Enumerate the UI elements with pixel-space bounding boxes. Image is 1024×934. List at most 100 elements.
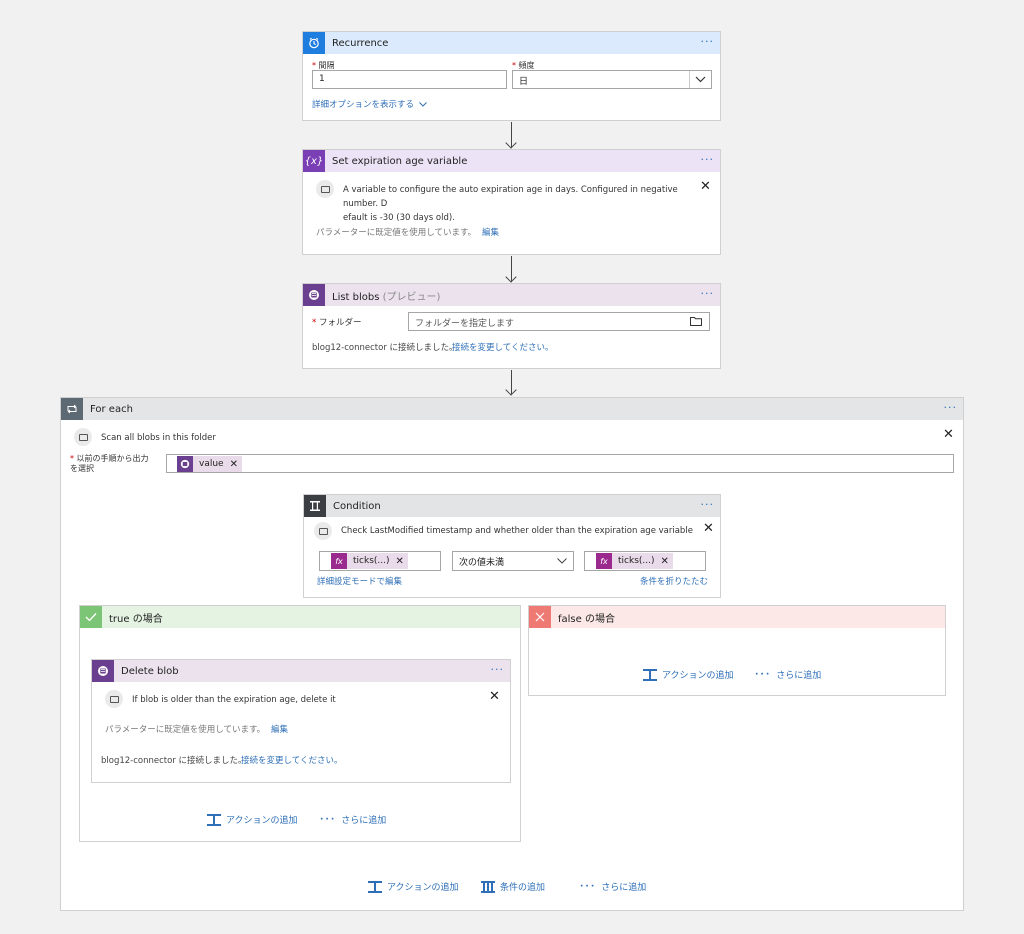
false-add-action-button[interactable]: アクションの追加 <box>643 668 734 681</box>
ticks-token-left[interactable]: fx ticks(...) ✕ <box>331 553 408 569</box>
chevron-down-icon <box>557 558 567 564</box>
chevron-down-icon <box>419 101 427 107</box>
condition-operator-select[interactable]: 次の値未満 <box>452 551 574 571</box>
blob-storage-icon <box>303 284 325 306</box>
for-each-card[interactable]: For each ··· Scan all blobs in this fold… <box>60 397 964 911</box>
true-branch-card[interactable]: true の場合 Delete blob ··· If blob is olde… <box>79 605 521 842</box>
delete-blob-header[interactable]: Delete blob ··· <box>92 660 510 682</box>
true-add-more-button[interactable]: ··· さらに追加 <box>320 813 386 827</box>
variable-icon: {x} <box>303 150 325 172</box>
comment-icon <box>316 180 334 198</box>
change-connection-link[interactable]: 接続を変更してください。 <box>452 341 554 353</box>
close-comment-icon[interactable]: ✕ <box>489 690 500 703</box>
condition-header[interactable]: Condition ··· <box>304 495 720 517</box>
list-blobs-menu-button[interactable]: ··· <box>701 287 715 300</box>
false-add-more-button[interactable]: ··· さらに追加 <box>755 668 821 682</box>
value-token-label: value <box>199 459 224 469</box>
close-comment-icon[interactable]: ✕ <box>703 522 714 535</box>
condition-menu-button[interactable]: ··· <box>701 498 715 511</box>
recurrence-title: Recurrence <box>332 37 389 49</box>
blob-storage-icon <box>92 660 114 682</box>
select-output-input[interactable]: value ✕ <box>166 454 954 473</box>
function-icon: fx <box>331 553 347 569</box>
recurrence-menu-button[interactable]: ··· <box>701 35 715 48</box>
comment-icon <box>314 522 332 540</box>
edit-link[interactable]: 編集 <box>271 723 288 735</box>
folder-input[interactable]: フォルダーを指定します <box>408 312 710 331</box>
interval-input[interactable]: 1 <box>312 70 507 89</box>
delete-blob-menu-button[interactable]: ··· <box>491 663 505 676</box>
more-dots-icon: ··· <box>580 881 597 892</box>
change-connection-link[interactable]: 接続を変更してください。 <box>241 754 343 766</box>
more-dots-icon: ··· <box>320 814 337 825</box>
delete-blob-title: Delete blob <box>121 665 179 677</box>
condition-right-operand[interactable]: fx ticks(...) ✕ <box>584 551 706 571</box>
add-condition-icon <box>481 880 495 893</box>
frequency-select[interactable]: 日 <box>512 70 712 89</box>
flow-arrow-head <box>505 137 517 149</box>
more-dots-icon: ··· <box>755 669 772 680</box>
list-blobs-card[interactable]: List blobs (プレビュー) ··· * フォルダー フォルダーを指定し… <box>302 283 721 369</box>
ticks-token-right[interactable]: fx ticks(...) ✕ <box>596 553 673 569</box>
delete-blob-comment: If blob is older than the expiration age… <box>132 695 336 705</box>
set-variable-title: Set expiration age variable <box>332 155 468 167</box>
frequency-value: 日 <box>519 77 529 87</box>
add-action-icon <box>207 813 221 826</box>
set-variable-header[interactable]: {x} Set expiration age variable ··· <box>303 150 720 172</box>
false-branch-header[interactable]: false の場合 <box>529 606 945 628</box>
for-each-menu-button[interactable]: ··· <box>944 401 958 414</box>
condition-left-operand[interactable]: fx ticks(...) ✕ <box>319 551 441 571</box>
blob-storage-icon <box>177 456 193 472</box>
close-comment-icon[interactable]: ✕ <box>943 428 954 441</box>
add-action-icon <box>643 668 657 681</box>
chevron-down-icon <box>689 71 711 88</box>
recurrence-header[interactable]: Recurrence ··· <box>303 32 720 54</box>
for-each-title: For each <box>90 403 133 415</box>
flow-arrow-head <box>505 271 517 283</box>
check-icon <box>80 606 102 628</box>
list-blobs-title: List blobs (プレビュー) <box>332 291 441 303</box>
false-branch-card[interactable]: false の場合 アクションの追加 ··· さらに追加 <box>528 605 946 696</box>
comment-icon <box>74 428 92 446</box>
select-output-label: * 以前の手順から出力 を選択 <box>70 454 149 473</box>
for-each-add-more-button[interactable]: ··· さらに追加 <box>580 880 646 894</box>
advanced-mode-link[interactable]: 詳細設定モードで編集 <box>317 575 402 587</box>
folder-icon[interactable] <box>690 316 702 326</box>
connection-text: blog12-connector に接続しました。 <box>312 343 458 353</box>
for-each-header[interactable]: For each ··· <box>61 398 963 420</box>
value-token[interactable]: value ✕ <box>177 456 242 472</box>
close-comment-icon[interactable]: ✕ <box>700 180 711 193</box>
edit-link[interactable]: 編集 <box>482 226 499 238</box>
for-each-add-action-button[interactable]: アクションの追加 <box>368 880 459 893</box>
condition-title: Condition <box>333 500 381 512</box>
remove-token-icon[interactable]: ✕ <box>230 459 238 470</box>
list-blobs-header[interactable]: List blobs (プレビュー) ··· <box>303 284 720 306</box>
condition-comment: Check LastModified timestamp and whether… <box>341 526 693 536</box>
function-icon: fx <box>596 553 612 569</box>
collapse-condition-link[interactable]: 条件を折りたたむ <box>640 575 708 587</box>
close-icon <box>529 606 551 628</box>
false-branch-title: false の場合 <box>558 613 615 625</box>
recurrence-card[interactable]: Recurrence ··· * 間隔 1 * 頻度 日 詳細オプションを表示す… <box>302 31 721 121</box>
remove-token-icon[interactable]: ✕ <box>660 556 668 567</box>
loop-icon <box>61 398 83 420</box>
connection-text: blog12-connector に接続しました。 <box>101 756 247 766</box>
comment-icon <box>105 690 123 708</box>
defaults-text: パラメーターに既定値を使用しています。 <box>316 228 477 238</box>
true-add-action-button[interactable]: アクションの追加 <box>207 813 298 826</box>
alarm-clock-icon <box>303 32 325 54</box>
delete-blob-card[interactable]: Delete blob ··· If blob is older than th… <box>91 659 511 783</box>
set-variable-card[interactable]: {x} Set expiration age variable ··· A va… <box>302 149 721 255</box>
defaults-text: パラメーターに既定値を使用しています。 <box>105 725 266 735</box>
remove-token-icon[interactable]: ✕ <box>395 556 403 567</box>
advanced-options-link[interactable]: 詳細オプションを表示する <box>312 98 427 110</box>
true-branch-header[interactable]: true の場合 <box>80 606 520 628</box>
for-each-comment: Scan all blobs in this folder <box>101 433 216 443</box>
set-variable-comment: A variable to configure the auto expirat… <box>343 185 678 223</box>
set-variable-menu-button[interactable]: ··· <box>701 153 715 166</box>
add-action-icon <box>368 880 382 893</box>
true-branch-title: true の場合 <box>109 613 163 625</box>
condition-icon <box>304 495 326 517</box>
condition-card[interactable]: Condition ··· Check LastModified timesta… <box>303 494 721 598</box>
for-each-add-condition-button[interactable]: 条件の追加 <box>481 880 545 893</box>
